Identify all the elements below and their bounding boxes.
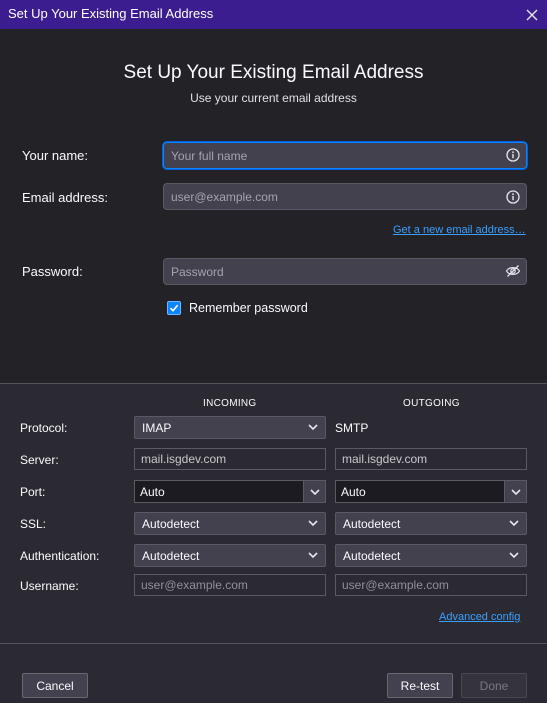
incoming-port-combo[interactable]: Auto [134, 480, 326, 503]
name-label: Your name: [22, 148, 89, 163]
incoming-server-input[interactable] [134, 448, 326, 470]
cancel-button[interactable]: Cancel [22, 673, 88, 698]
remember-password-checkbox[interactable] [167, 301, 181, 315]
protocol-label: Protocol: [20, 421, 68, 435]
incoming-ssl-value: Autodetect [142, 516, 200, 531]
outgoing-server-input[interactable] [335, 448, 527, 470]
name-input[interactable] [163, 142, 527, 169]
chevron-down-icon [308, 520, 318, 527]
authentication-label: Authentication: [20, 549, 100, 563]
outgoing-ssl-value: Autodetect [343, 516, 401, 531]
outgoing-auth-value: Autodetect [343, 548, 401, 563]
incoming-auth-select[interactable]: Autodetect [134, 544, 326, 567]
password-input[interactable] [163, 258, 527, 285]
outgoing-port-combo[interactable]: Auto [335, 480, 527, 503]
outgoing-auth-select[interactable]: Autodetect [335, 544, 527, 567]
chevron-down-icon [509, 552, 519, 559]
get-new-email-link[interactable]: Get a new email address… [393, 224, 526, 236]
outgoing-port-value[interactable]: Auto [335, 480, 505, 503]
incoming-auth-value: Autodetect [142, 548, 200, 563]
info-icon[interactable] [505, 189, 521, 205]
incoming-protocol-value: IMAP [142, 420, 172, 435]
eye-off-icon[interactable] [505, 263, 521, 279]
server-label: Server: [20, 453, 59, 467]
incoming-header: INCOMING [203, 398, 257, 409]
checkmark-icon [169, 304, 179, 312]
incoming-protocol-select[interactable]: IMAP [134, 416, 326, 439]
ssl-label: SSL: [20, 517, 47, 531]
chevron-down-icon [509, 520, 519, 527]
chevron-down-icon [308, 424, 318, 431]
username-label: Username: [20, 579, 79, 593]
outgoing-username-input[interactable] [335, 574, 527, 596]
port-label: Port: [20, 485, 46, 499]
incoming-port-value[interactable]: Auto [134, 480, 304, 503]
page-subtitle: Use your current email address [190, 91, 357, 105]
page-title: Set Up Your Existing Email Address [123, 62, 424, 83]
password-label: Password: [22, 264, 83, 279]
window-titlebar: Set Up Your Existing Email Address [0, 0, 547, 29]
window-title: Set Up Your Existing Email Address [8, 6, 214, 21]
close-icon[interactable] [517, 0, 547, 29]
incoming-ssl-select[interactable]: Autodetect [134, 512, 326, 535]
advanced-config-link[interactable]: Advanced config [439, 611, 520, 623]
retest-button[interactable]: Re-test [387, 673, 453, 698]
outgoing-header: OUTGOING [403, 398, 460, 409]
outgoing-protocol-value: SMTP [335, 421, 369, 435]
email-input[interactable] [163, 183, 527, 210]
chevron-down-icon[interactable] [304, 480, 326, 503]
info-icon[interactable] [505, 147, 521, 163]
chevron-down-icon[interactable] [505, 480, 527, 503]
outgoing-ssl-select[interactable]: Autodetect [335, 512, 527, 535]
chevron-down-icon [308, 552, 318, 559]
done-button: Done [461, 673, 527, 698]
email-label: Email address: [22, 190, 108, 205]
incoming-username-input[interactable] [134, 574, 326, 596]
remember-password-label[interactable]: Remember password [189, 301, 308, 315]
footer-divider [0, 643, 547, 644]
